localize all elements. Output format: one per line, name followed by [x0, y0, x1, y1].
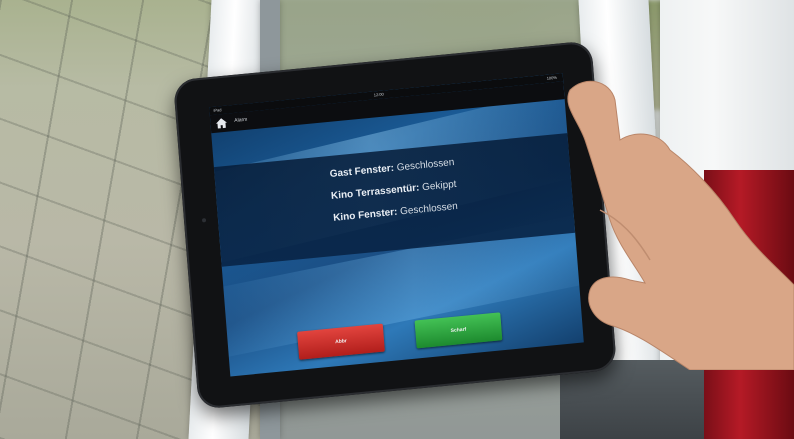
nav-title: Alarm — [234, 116, 248, 124]
hand-shape — [567, 80, 794, 370]
photo-scene: iPad 12:00 100% Alarm Gast Fenster: Gesc… — [0, 0, 794, 439]
home-icon[interactable] — [214, 116, 229, 131]
arm-button[interactable]: Scharf — [414, 312, 503, 349]
hand — [567, 80, 794, 370]
status-value: Geschlossen — [396, 157, 455, 174]
camera-dot — [201, 218, 207, 223]
cancel-button[interactable]: Abbr — [297, 323, 385, 360]
status-label: Kino Terrassentür: — [330, 182, 420, 202]
status-value: Geschlossen — [399, 200, 459, 218]
status-label: Gast Fenster: — [329, 162, 395, 181]
tablet-screen: iPad 12:00 100% Alarm Gast Fenster: Gesc… — [209, 73, 584, 377]
status-label: Kino Fenster: — [332, 206, 398, 224]
status-value: Gekippt — [421, 178, 457, 194]
home-icon-svg — [216, 118, 227, 129]
